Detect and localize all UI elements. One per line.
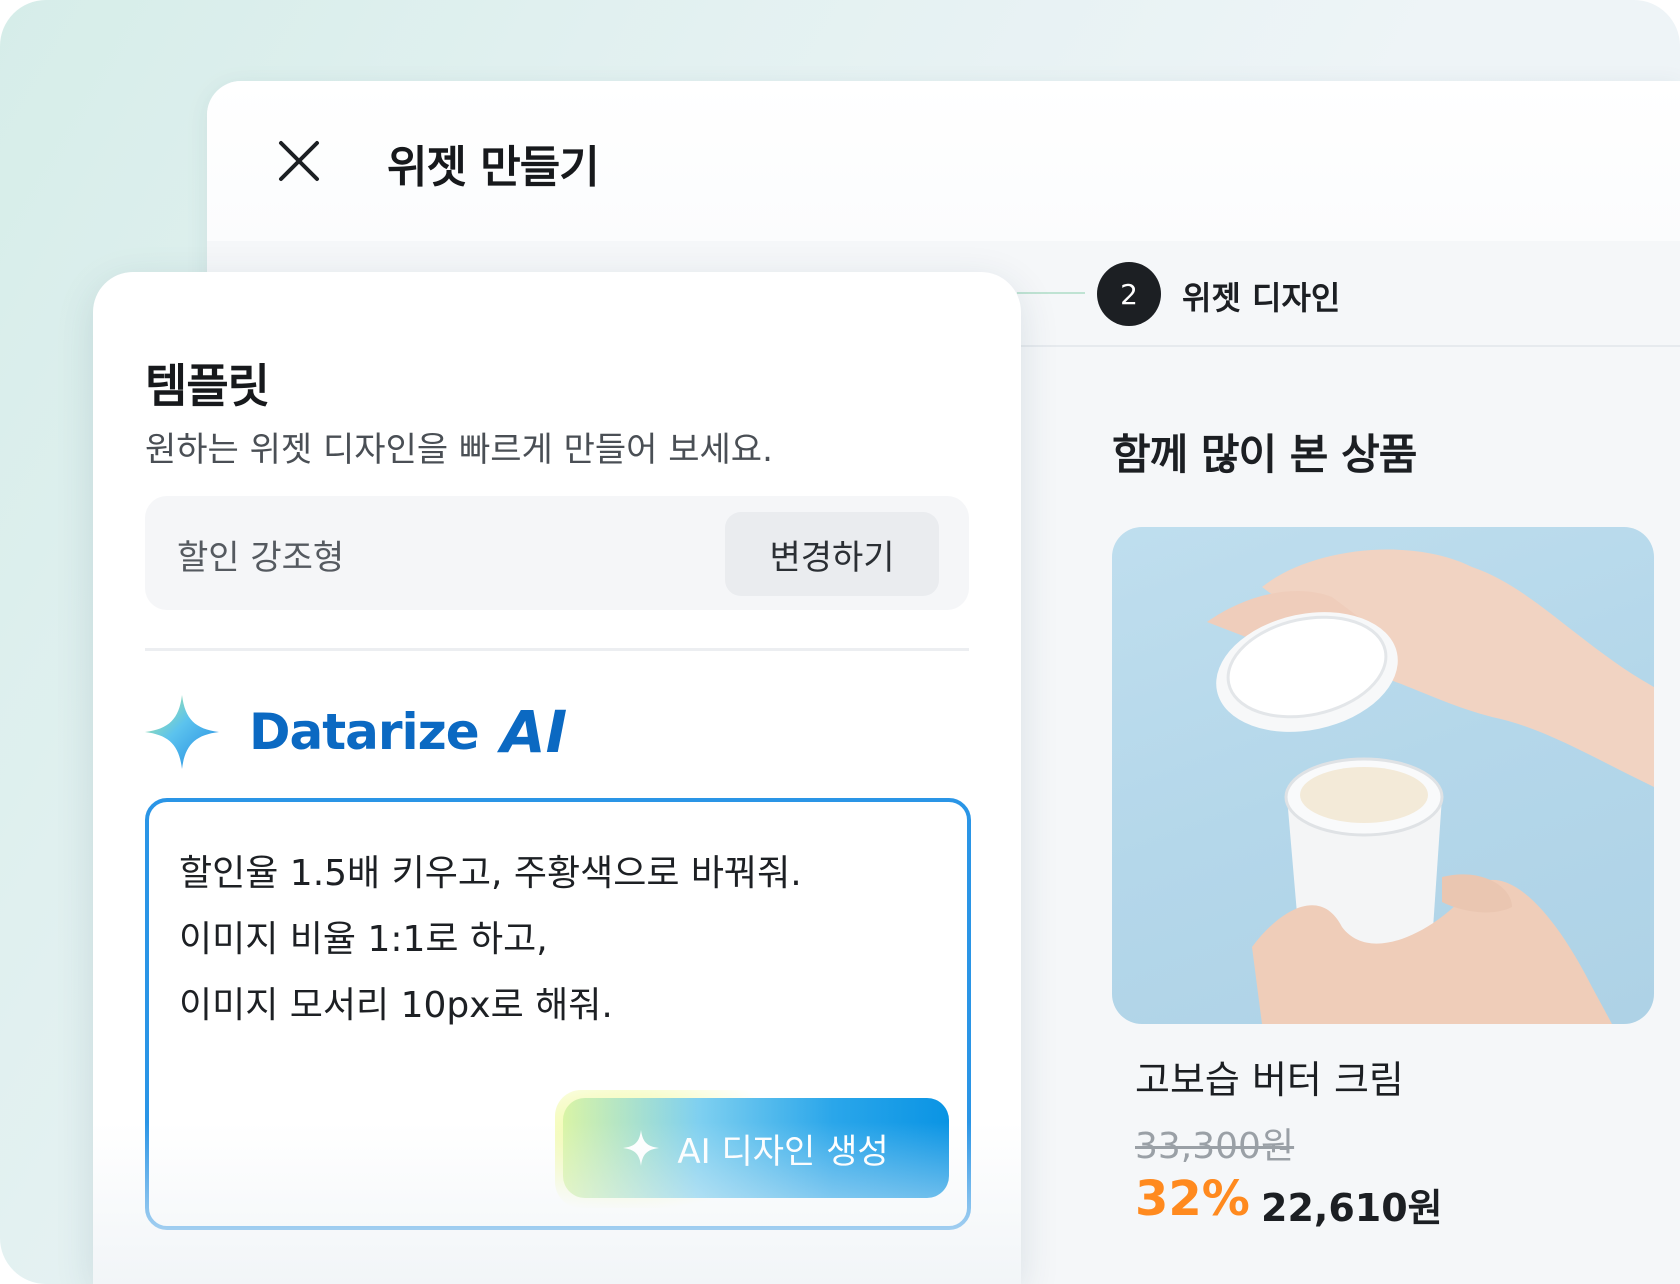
preview-heading: 함께 많이 본 상품	[1112, 430, 1417, 479]
window-header: 위젯 만들기	[207, 81, 1680, 241]
ai-generate-button[interactable]: AI 디자인 생성	[563, 1098, 949, 1198]
template-subtitle: 원하는 위젯 디자인을 빠르게 만들어 보세요.	[145, 430, 773, 470]
prompt-line: 이미지 모서리 10px로 해줘.	[179, 985, 613, 1026]
product-image	[1112, 527, 1654, 1024]
template-panel: 템플릿 원하는 위젯 디자인을 빠르게 만들어 보세요. 할인 강조형 변경하기…	[93, 272, 1021, 1284]
ai-brand-name: Datarize	[249, 703, 480, 761]
ai-prompt-input[interactable]: 할인율 1.5배 키우고, 주황색으로 바꿔줘. 이미지 비율 1:1로 하고,…	[145, 798, 971, 1230]
sparkle-icon	[623, 1130, 660, 1166]
section-divider	[145, 648, 969, 651]
datarize-ai-logo: Datarize AI	[145, 692, 567, 772]
close-icon[interactable]	[275, 137, 323, 185]
change-template-button[interactable]: 변경하기	[725, 512, 939, 596]
stepper-divider	[1017, 345, 1680, 347]
prompt-line: 이미지 비율 1:1로 하고,	[179, 919, 548, 960]
product-name[interactable]: 고보습 버터 크림	[1135, 1049, 1404, 1104]
discount-rate: 32%	[1135, 1171, 1250, 1227]
generate-button-label: AI 디자인 생성	[677, 1131, 889, 1172]
sparkle-icon	[145, 695, 219, 769]
sale-price: 22,610원	[1261, 1186, 1443, 1230]
template-title: 템플릿	[145, 359, 270, 413]
product-photo-illustration	[1207, 549, 1654, 1024]
stepper-connector	[1017, 292, 1085, 294]
selected-template: 할인 강조형	[177, 538, 345, 578]
step-number-badge[interactable]: 2	[1097, 262, 1161, 326]
template-selector: 할인 강조형 변경하기	[145, 496, 969, 610]
prompt-line: 할인율 1.5배 키우고, 주황색으로 바꿔줘.	[179, 853, 802, 894]
step-label[interactable]: 위젯 디자인	[1182, 273, 1340, 319]
original-price: 33,300원	[1135, 1126, 1295, 1167]
window-title: 위젯 만들기	[387, 142, 600, 193]
ai-brand-suffix: AI	[500, 698, 568, 766]
